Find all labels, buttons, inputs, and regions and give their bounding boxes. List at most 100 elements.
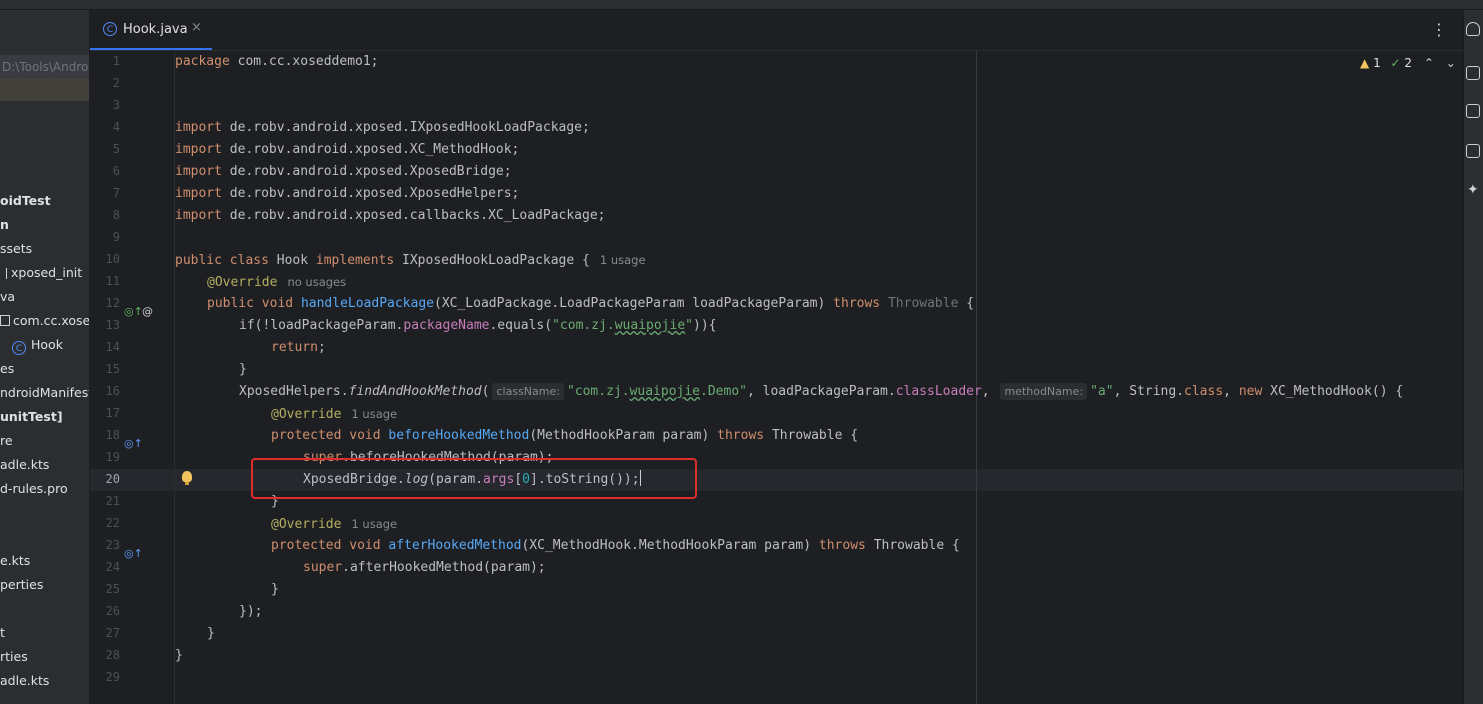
tree-item[interactable]: xposed_init (0, 261, 82, 285)
tree-item[interactable]: es (0, 357, 14, 381)
code-editor[interactable]: package com.cc.xoseddemo1; import de.rob… (175, 51, 1455, 701)
line-number: 13 (105, 318, 120, 332)
tree-item-label: adle.kts (0, 673, 50, 688)
tree-item-label: e.kts (0, 553, 31, 568)
tree-item-label: Hook (31, 337, 63, 352)
code-line-10: public class Hook implements IXposedHook… (175, 249, 646, 271)
active-tab-indicator (90, 48, 212, 50)
line-number: 22 (105, 516, 120, 530)
notifications-icon[interactable] (1466, 22, 1480, 36)
inspection-widget[interactable]: ▲ 1 ✓ 2 ⌃ ⌄ (1360, 56, 1456, 70)
tree-item[interactable]: ssets (0, 237, 32, 261)
line-number: 24 (105, 560, 120, 574)
running-devices-icon[interactable] (1466, 144, 1480, 158)
usage-hint[interactable]: 1 usage (351, 403, 397, 425)
device-manager-icon[interactable] (1466, 104, 1480, 118)
tree-item-label: t (0, 625, 5, 640)
highlight-annotation-box (251, 458, 697, 499)
next-highlight-icon[interactable]: ⌄ (1446, 56, 1456, 70)
project-tree-panel: D:\Tools\Andro oidTest n ssets xposed_initv… (0, 10, 89, 704)
tree-item-label: re (0, 433, 13, 448)
override-gutter-icon[interactable]: ◎↑ (124, 547, 143, 560)
gradle-icon[interactable] (1466, 66, 1480, 80)
project-path: D:\Tools\Andro (2, 60, 89, 74)
tree-item-label: ssets (0, 241, 33, 256)
code-line-27: } (207, 626, 215, 641)
line-number: 14 (105, 340, 120, 354)
code-line-23: protected void afterHookedMethod(XC_Meth… (271, 538, 960, 553)
annotation-gutter-icon[interactable]: @ (142, 305, 153, 318)
line-number: 20 (105, 472, 120, 486)
tree-item[interactable]: C Hook (12, 333, 63, 357)
code-line-18: protected void beforeHookedMethod(Method… (271, 428, 859, 443)
line-number: 4 (112, 120, 120, 134)
code-line-12: public void handleLoadPackage(XC_LoadPac… (207, 296, 975, 311)
tree-item[interactable]: adle.kts (0, 453, 49, 477)
implements-method-gutter-icon[interactable]: ◎↑ (124, 305, 143, 318)
tree-item-label: rties (0, 649, 28, 664)
line-number: 28 (105, 648, 120, 662)
tree-item[interactable]: n (0, 213, 9, 237)
java-class-icon: C (103, 22, 117, 36)
tree-item[interactable]: va (0, 285, 15, 309)
override-gutter-icon[interactable]: ◎↑ (124, 437, 143, 450)
code-line-6: import de.robv.android.xposed.XposedBrid… (175, 164, 512, 179)
line-number: 3 (112, 98, 120, 112)
tree-item-label: perties (0, 577, 44, 592)
tree-item-label: xposed_init (11, 265, 83, 280)
intention-bulb-icon[interactable] (182, 471, 192, 485)
code-line-5: import de.robv.android.xposed.XC_MethodH… (175, 142, 520, 157)
code-line-14: return; (271, 340, 326, 355)
tree-item[interactable]: perties (0, 573, 43, 597)
line-number: 15 (105, 362, 120, 376)
tree-item[interactable]: com.cc.xosed (0, 309, 89, 333)
tree-item-label: oidTest (0, 193, 51, 208)
tree-item-label: d-rules.pro (0, 481, 68, 496)
line-number-gutter[interactable]: ◎↑ @ ◎↑ ◎↑ 1 2 3 4 5 6 7 8 9 10 11 12 13 14 15 16 17 18 19… (90, 51, 174, 704)
more-options-icon[interactable]: ⋮ (1431, 20, 1447, 39)
code-line-16: XposedHelpers.findAndHookMethod(classNam… (239, 383, 1404, 400)
tree-item[interactable]: rties (0, 645, 28, 669)
title-bar (0, 0, 1483, 10)
code-line-15: } (239, 362, 247, 377)
weak-warning-count: 2 (1404, 56, 1413, 70)
tab-hook-java[interactable]: C Hook.java × (90, 10, 212, 50)
tree-item[interactable]: d-rules.pro (0, 477, 68, 501)
usage-hint[interactable]: no usages (287, 271, 346, 293)
parameter-hint: className: (492, 383, 564, 400)
line-number: 8 (112, 208, 120, 222)
line-number: 9 (112, 230, 120, 244)
line-number: 6 (112, 164, 120, 178)
tree-item[interactable]: e.kts (0, 549, 30, 573)
tree-item-label: com.cc.xosed (13, 313, 89, 328)
tree-item-label: es (0, 361, 15, 376)
line-number: 26 (105, 604, 120, 618)
project-root-row[interactable]: D:\Tools\Andro (0, 55, 89, 79)
tree-item-label: ndroidManifest (0, 385, 89, 400)
code-line-7: import de.robv.android.xposed.XposedHelp… (175, 186, 520, 201)
line-number: 16 (105, 384, 120, 398)
file-icon (0, 268, 7, 279)
code-line-4: import de.robv.android.xposed.IXposedHoo… (175, 120, 590, 135)
line-number: 23 (105, 538, 120, 552)
usage-hint[interactable]: 1 usage (351, 513, 397, 535)
tree-item[interactable]: re (0, 429, 13, 453)
line-number: 29 (105, 670, 120, 684)
close-tab-icon[interactable]: × (191, 20, 202, 35)
ai-assistant-icon[interactable]: ✦ (1467, 182, 1479, 198)
warning-count: 1 (1373, 56, 1381, 70)
tab-label: Hook.java (123, 22, 188, 37)
code-line-1: package com.cc.xoseddemo1; (175, 54, 379, 69)
line-number: 2 (112, 76, 120, 90)
previous-highlight-icon[interactable]: ⌃ (1424, 56, 1434, 70)
tree-item[interactable]: adle.kts (0, 669, 49, 693)
right-tool-strip: ✦ (1463, 10, 1483, 704)
line-number: 7 (112, 186, 120, 200)
tree-item[interactable]: oidTest (0, 189, 51, 213)
line-number: 19 (105, 450, 120, 464)
tree-item[interactable]: t (0, 621, 5, 645)
tree-item[interactable]: ndroidManifest (0, 381, 89, 405)
tree-item[interactable]: unitTest] (0, 405, 63, 429)
class-icon: C (12, 341, 26, 355)
usage-hint[interactable]: 1 usage (600, 249, 646, 271)
